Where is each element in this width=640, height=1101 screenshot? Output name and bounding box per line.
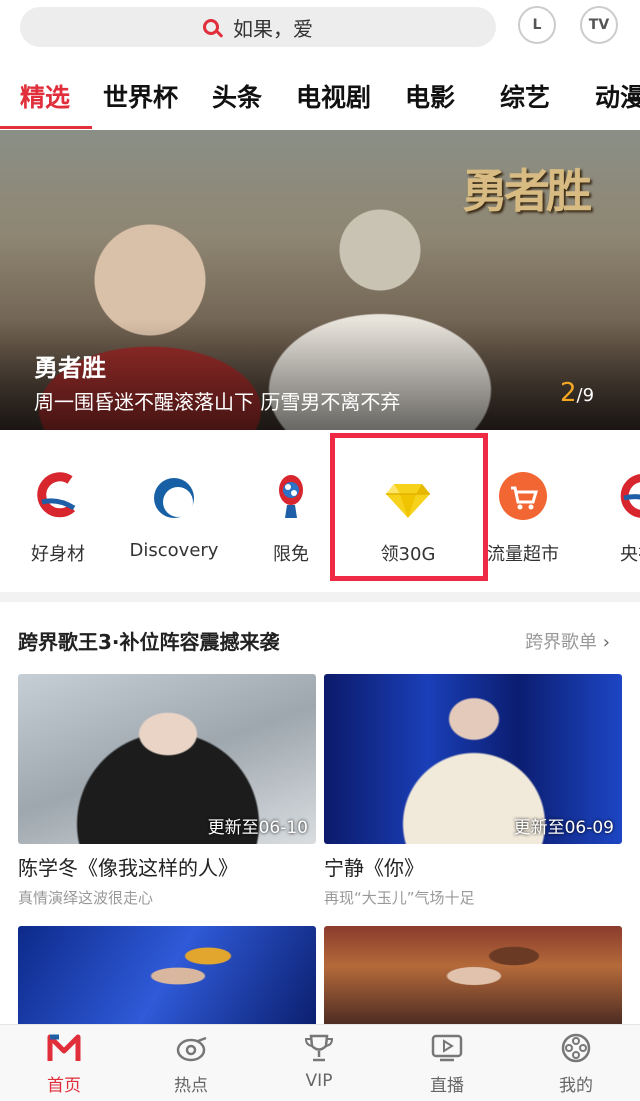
tab-variety[interactable]: 综艺 [500,78,550,114]
trophy-icon [302,1033,336,1063]
quick-entry-good-figure[interactable]: 好身材 [0,472,118,565]
video-thumbnail-partial[interactable] [324,926,622,1026]
video-thumbnail: 更新至06-09 [324,674,622,844]
banner-show-logo: 勇者胜 [462,164,592,218]
tab-movies[interactable]: 电影 [405,78,455,114]
video-card[interactable]: 更新至06-10 陈学冬《像我这样的人》 真情演绎这波很走心 [18,674,316,908]
free-limited-icon [267,472,315,520]
video-description: 再现“大玉儿”气场十足 [324,889,475,907]
tab-tv-series[interactable]: 电视剧 [296,78,371,114]
l-button[interactable]: L [518,6,556,44]
tab-world-cup[interactable]: 世界杯 [103,78,178,114]
nav-vip[interactable]: VIP [279,1033,359,1091]
chevron-right-icon: › [602,632,610,653]
video-card[interactable]: 更新至06-09 宁静《你》 再现“大玉儿”气场十足 [324,674,622,908]
tv-play-icon [430,1033,464,1063]
quick-entry-discovery[interactable]: Discovery [114,472,234,561]
nav-label: 直播 [430,1076,464,1096]
section-more-link[interactable]: 跨界歌单 › [525,628,610,654]
banner-subtitle: 周一围昏迷不醒滚落山下 历雪男不离不弃 [34,390,401,414]
film-reel-icon [559,1033,593,1063]
quick-entry-label: 好身材 [31,544,85,565]
category-tabs: 精选 世界杯 头条 电视剧 电影 综艺 动漫 [0,70,640,130]
bottom-nav: 首页 热点 VIP 直播 我的 [0,1024,640,1101]
video-title: 宁静《你》 [324,856,424,880]
tab-featured[interactable]: 精选 [20,78,70,114]
section-title: 跨界歌王3·补位阵容震撼来袭 [18,630,280,654]
whistle-icon [174,1033,208,1063]
nav-label: 我的 [559,1076,593,1096]
nav-live[interactable]: 直播 [407,1033,487,1096]
video-thumbnail: 更新至06-10 [18,674,316,844]
tv-button[interactable]: TV [580,6,618,44]
hero-banner[interactable]: 勇者胜 勇者胜 周一围昏迷不醒滚落山下 历雪男不离不弃 2/9 [0,130,640,430]
nav-home[interactable]: 首页 [24,1033,104,1096]
good-figure-icon [34,472,82,520]
tab-headlines[interactable]: 头条 [212,78,262,114]
search-text: 如果，爱 [233,16,313,41]
nav-mine[interactable]: 我的 [536,1033,616,1096]
nav-label: 首页 [47,1076,81,1096]
nav-label: VIP [305,1071,333,1091]
quick-entry-label: Discovery [129,540,219,561]
nav-label: 热点 [174,1076,208,1096]
home-logo-icon [47,1033,81,1063]
highlight-box [330,433,488,581]
discovery-icon [150,472,198,520]
nav-hot[interactable]: 热点 [151,1033,231,1096]
quick-entry-row: 好身材 Discovery 限免 领30G 流量超市 央视 [0,432,640,592]
update-badge: 更新至06-09 [513,818,614,838]
video-description: 真情演绎这波很走心 [18,889,154,907]
video-title: 陈学冬《像我这样的人》 [18,856,238,880]
video-thumbnail-partial[interactable] [18,926,316,1026]
search-bar[interactable]: 如果，爱 [20,7,496,47]
banner-page-current: 2 [560,378,577,408]
quick-entry-label: 央视 [620,544,640,565]
banner-page-total: /9 [576,385,595,406]
section-more-label: 跨界歌单 [525,632,598,653]
update-badge: 更新至06-10 [207,818,308,838]
quick-entry-cctv[interactable]: 央视 [578,472,640,565]
active-tab-underline [0,126,92,129]
banner-page-indicator: 2/9 [560,378,594,408]
section-divider [0,592,640,602]
search-icon [203,19,219,35]
banner-title: 勇者胜 [34,354,106,382]
tab-anime[interactable]: 动漫 [595,78,640,114]
shopping-cart-icon [499,472,547,520]
cctv-icon [614,472,640,520]
